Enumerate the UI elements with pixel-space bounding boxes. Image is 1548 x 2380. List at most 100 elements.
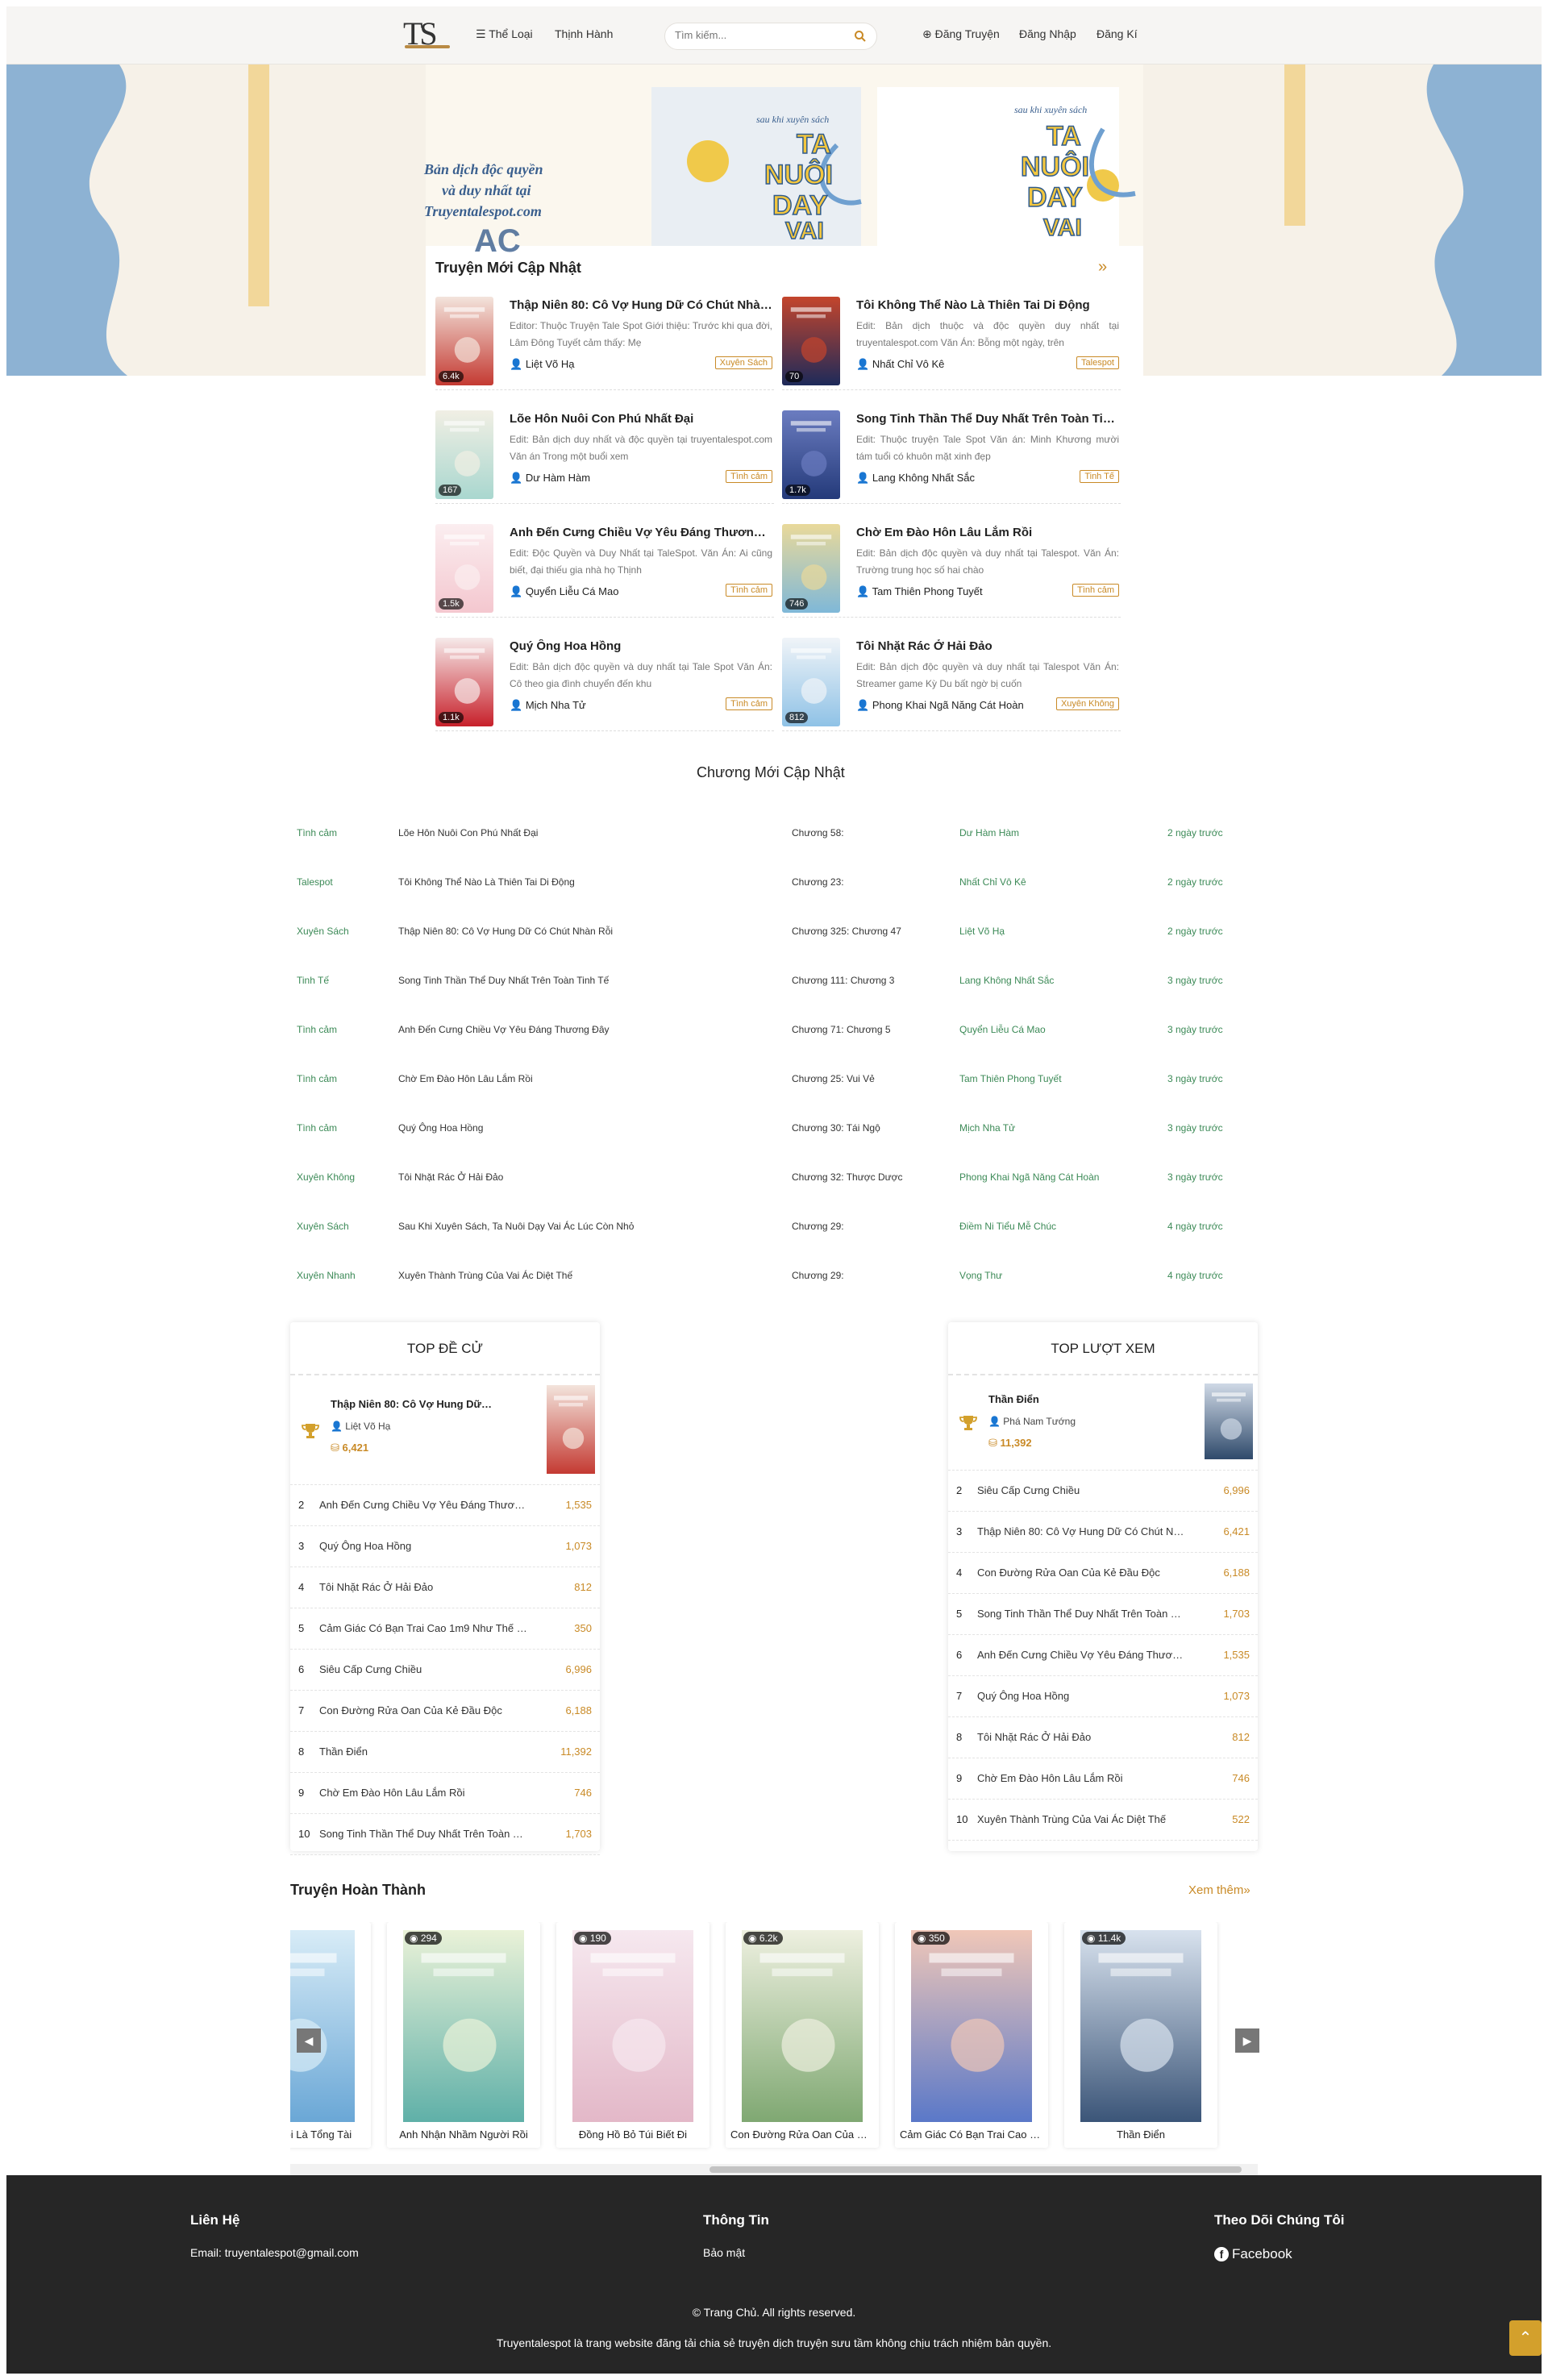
chapter-row[interactable]: Xuyên Sách Thập Niên 80: Cô Vợ Hung Dữ Có… bbox=[297, 909, 1232, 959]
completed-story-cover[interactable] bbox=[1080, 1930, 1201, 2122]
ranking-row[interactable]: 8 Tôi Nhặt Rác Ở Hải Đảo 812 bbox=[948, 1717, 1258, 1758]
story-cover[interactable]: 1.1k bbox=[435, 638, 493, 726]
chapter-author[interactable]: Dư Hàm Hàm bbox=[959, 827, 1019, 838]
story-author[interactable]: 👤 Tam Thiên Phong Tuyết bbox=[856, 585, 983, 598]
chapter-story-title[interactable]: Quý Ông Hoa Hồng bbox=[398, 1122, 483, 1134]
chapter-row[interactable]: Tinh Tế Song Tinh Thần Thể Duy Nhất Trên … bbox=[297, 959, 1232, 1008]
chapter-story-title[interactable]: Lõe Hôn Nuôi Con Phú Nhất Đại bbox=[398, 827, 538, 838]
nav-register[interactable]: Đăng Kí bbox=[1096, 27, 1138, 40]
completed-story-cover[interactable] bbox=[403, 1930, 524, 2122]
rank-title[interactable]: Con Đường Rửa Oan Của Kẻ Đầu Độc bbox=[977, 1567, 1187, 1579]
story-author[interactable]: 👤 Nhất Chỉ Vô Kê bbox=[856, 358, 944, 371]
chapter-story-title[interactable]: Chờ Em Đào Hôn Lâu Lắm Rồi bbox=[398, 1073, 533, 1084]
chapter-author[interactable]: Phong Khai Ngã Năng Cát Hoàn bbox=[959, 1171, 1099, 1183]
rank-title[interactable]: Siêu Cấp Cưng Chiều bbox=[319, 1663, 529, 1675]
chapter-name[interactable]: Chương 29: bbox=[792, 1270, 844, 1281]
story-title[interactable]: Chờ Em Đào Hôn Lâu Lắm Rồi bbox=[856, 526, 1119, 539]
completed-story-card[interactable]: ◉ 350 Cảm Giác Có Bạn Trai Cao 1m9 Như Th… bbox=[895, 1922, 1048, 2148]
chapter-author[interactable]: Tam Thiên Phong Tuyết bbox=[959, 1073, 1062, 1084]
nav-genres[interactable]: ☰ Thể Loại bbox=[476, 27, 533, 41]
chapter-name[interactable]: Chương 29: bbox=[792, 1221, 844, 1232]
chapter-genre[interactable]: Tinh Tế bbox=[297, 975, 329, 986]
chapter-genre[interactable]: Tình cảm bbox=[297, 1073, 337, 1084]
nav-trending[interactable]: Thịnh Hành bbox=[555, 27, 613, 40]
ranking-row[interactable]: 3 Quý Ông Hoa Hồng 1,073 bbox=[290, 1526, 600, 1567]
footer-security-link[interactable]: Bảo mật bbox=[703, 2246, 745, 2259]
story-cover[interactable]: 1.5k bbox=[435, 524, 493, 613]
chapter-name[interactable]: Chương 325: Chương 47 bbox=[792, 926, 901, 937]
story-author[interactable]: 👤 Lang Không Nhất Sắc bbox=[856, 472, 975, 485]
rank-title[interactable]: Anh Đến Cưng Chiều Vợ Yêu Đáng Thương Đâ… bbox=[977, 1649, 1187, 1661]
chapter-name[interactable]: Chương 25: Vui Vẻ bbox=[792, 1073, 875, 1084]
story-title[interactable]: Tôi Nhặt Rác Ở Hải Đảo bbox=[856, 639, 1119, 653]
story-cover[interactable]: 6.4k bbox=[435, 297, 493, 385]
chapter-story-title[interactable]: Tôi Không Thể Nào Là Thiên Tai Di Động bbox=[398, 876, 575, 888]
ranking-row[interactable]: 9 Chờ Em Đào Hôn Lâu Lắm Rồi 746 bbox=[290, 1773, 600, 1814]
completed-story-title[interactable]: Cảm Giác Có Bạn Trai Cao 1m9 Như Thế Nào bbox=[900, 2128, 1043, 2141]
chapter-name[interactable]: Chương 32: Thược Dược bbox=[792, 1171, 903, 1183]
genre-tag[interactable]: Tình cảm bbox=[726, 697, 772, 710]
completed-story-title[interactable]: Con Đường Rửa Oan Của Kẻ Đầu Độc bbox=[730, 2128, 874, 2141]
completed-story-card[interactable]: ◉ 11.4k Thần Điển bbox=[1064, 1922, 1217, 2148]
chapter-author[interactable]: Quyển Liễu Cá Mao bbox=[959, 1024, 1046, 1035]
completed-story-cover[interactable] bbox=[911, 1930, 1032, 2122]
genre-tag[interactable]: Talespot bbox=[1076, 356, 1119, 369]
search-icon[interactable] bbox=[854, 30, 867, 43]
chapter-author[interactable]: Vọng Thư bbox=[959, 1270, 1002, 1281]
rank-title[interactable]: Cảm Giác Có Bạn Trai Cao 1m9 Như Thế Nào bbox=[319, 1622, 529, 1634]
rank-title[interactable]: Tôi Nhặt Rác Ở Hải Đảo bbox=[977, 1731, 1187, 1743]
chapter-name[interactable]: Chương 111: Chương 3 bbox=[792, 975, 894, 986]
rank-title[interactable]: Con Đường Rửa Oan Của Kẻ Đầu Độc bbox=[319, 1704, 529, 1716]
nav-login[interactable]: Đăng Nhập bbox=[1019, 27, 1076, 40]
story-title[interactable]: Tôi Không Thể Nào Là Thiên Tai Di Động bbox=[856, 298, 1119, 312]
ranking-row[interactable]: 4 Tôi Nhặt Rác Ở Hải Đảo 812 bbox=[290, 1567, 600, 1608]
rank-title[interactable]: Tôi Nhặt Rác Ở Hải Đảo bbox=[319, 1581, 529, 1593]
chapter-genre[interactable]: Tình cảm bbox=[297, 1122, 337, 1134]
top-recommend-first-title[interactable]: Thập Niên 80: Cô Vợ Hung Dữ Có Chút Nhàn… bbox=[331, 1398, 492, 1410]
chapter-author[interactable]: Nhất Chỉ Vô Kê bbox=[959, 876, 1026, 888]
completed-story-title[interactable]: Bạn Trai Tôi Là Tổng Tài bbox=[290, 2128, 366, 2141]
genre-tag[interactable]: Tình cảm bbox=[726, 584, 772, 597]
story-author[interactable]: 👤 Mịch Nha Tử bbox=[510, 699, 586, 712]
top-views-first-cover[interactable] bbox=[1205, 1383, 1253, 1459]
nav-post-story[interactable]: ⊕ Đăng Truyện bbox=[922, 27, 1000, 41]
story-title[interactable]: Song Tinh Thần Thể Duy Nhất Trên Toàn Ti… bbox=[856, 412, 1119, 426]
story-card[interactable]: 1.1k Quý Ông Hoa Hồng Edit: Bản dịch độc q… bbox=[435, 635, 774, 731]
new-stories-more-link[interactable]: » bbox=[1098, 258, 1107, 277]
footer-facebook-link[interactable]: f Facebook bbox=[1214, 2246, 1292, 2262]
chapter-row[interactable]: Xuyên Nhanh Xuyên Thành Trùng Của Vai Ác … bbox=[297, 1254, 1232, 1303]
ranking-row[interactable]: 6 Siêu Cấp Cưng Chiều 6,996 bbox=[290, 1650, 600, 1691]
back-to-top-button[interactable]: ⌃ bbox=[1509, 2320, 1542, 2356]
ranking-row[interactable]: 6 Anh Đến Cưng Chiều Vợ Yêu Đáng Thương Đ… bbox=[948, 1635, 1258, 1676]
rank-title[interactable]: Song Tinh Thần Thể Duy Nhất Trên Toàn Ti… bbox=[319, 1828, 529, 1840]
chapter-story-title[interactable]: Anh Đến Cưng Chiều Vợ Yêu Đáng Thương Đâ… bbox=[398, 1024, 610, 1035]
genre-tag[interactable]: Tình cảm bbox=[726, 470, 772, 483]
chapter-row[interactable]: Tình cảm Anh Đến Cưng Chiều Vợ Yêu Đáng T… bbox=[297, 1008, 1232, 1057]
rank-title[interactable]: Song Tinh Thần Thể Duy Nhất Trên Toàn Ti… bbox=[977, 1608, 1187, 1620]
chapter-story-title[interactable]: Xuyên Thành Trùng Của Vai Ác Diệt Thế bbox=[398, 1270, 572, 1281]
search-input[interactable] bbox=[675, 29, 844, 41]
story-title[interactable]: Lõe Hôn Nuôi Con Phú Nhất Đại bbox=[510, 412, 772, 426]
story-author[interactable]: 👤 Dư Hàm Hàm bbox=[510, 472, 590, 485]
chapter-genre[interactable]: Talespot bbox=[297, 876, 333, 888]
ranking-row[interactable]: 2 Anh Đến Cưng Chiều Vợ Yêu Đáng Thương Đ… bbox=[290, 1485, 600, 1526]
genre-tag[interactable]: Xuyên Sách bbox=[714, 356, 772, 369]
top-views-first-title[interactable]: Thần Điển bbox=[988, 1393, 1150, 1405]
genre-tag[interactable]: Xuyên Không bbox=[1055, 697, 1119, 710]
story-card[interactable]: 6.4k Thập Niên 80: Cô Vợ Hung Dữ Có Chút … bbox=[435, 293, 774, 390]
rank-title[interactable]: Anh Đến Cưng Chiều Vợ Yêu Đáng Thương Đâ… bbox=[319, 1499, 529, 1511]
carousel-prev-button[interactable]: ◀ bbox=[297, 2028, 321, 2053]
chapter-row[interactable]: Tình cảm Quý Ông Hoa Hồng Chương 30: Tái N… bbox=[297, 1106, 1232, 1155]
story-author[interactable]: 👤 Quyển Liễu Cá Mao bbox=[510, 585, 618, 598]
footer-email[interactable]: Email: truyentalespot@gmail.com bbox=[190, 2246, 359, 2259]
completed-story-cover[interactable] bbox=[572, 1930, 693, 2122]
chapter-genre[interactable]: Tình cảm bbox=[297, 1024, 337, 1035]
chapter-story-title[interactable]: Sau Khi Xuyên Sách, Ta Nuôi Dạy Vai Ác L… bbox=[398, 1221, 634, 1232]
story-card[interactable]: 167 Lõe Hôn Nuôi Con Phú Nhất Đại Edit: Bả… bbox=[435, 407, 774, 504]
ranking-row[interactable]: 9 Chờ Em Đào Hôn Lâu Lắm Rồi 746 bbox=[948, 1758, 1258, 1800]
completed-story-title[interactable]: Đồng Hồ Bỏ Túi Biết Đi bbox=[561, 2128, 705, 2141]
hero-banner[interactable]: Bản dịch độc quyền và duy nhất tại Truye… bbox=[6, 64, 1542, 376]
chapter-name[interactable]: Chương 30: Tái Ngộ bbox=[792, 1122, 880, 1134]
rank-title[interactable]: Siêu Cấp Cưng Chiều bbox=[977, 1484, 1187, 1496]
chapter-name[interactable]: Chương 71: Chương 5 bbox=[792, 1024, 891, 1035]
